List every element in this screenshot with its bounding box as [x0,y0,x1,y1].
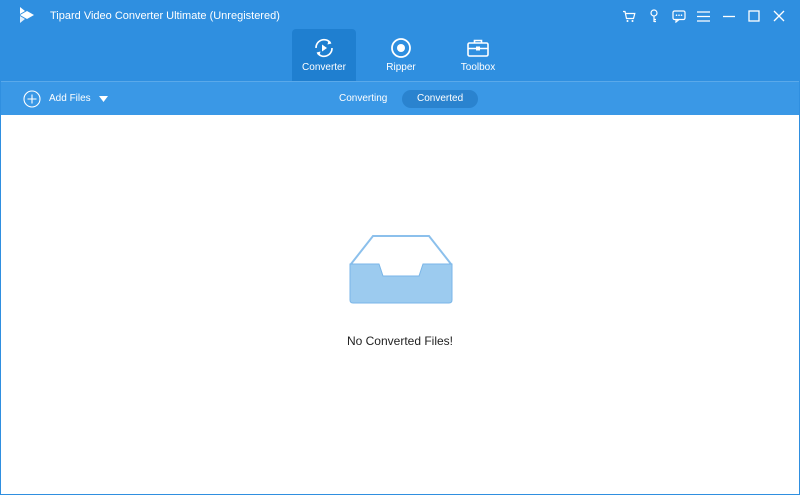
cart-icon[interactable] [616,5,641,27]
subtab-converted[interactable]: Converted [402,90,479,108]
tab-toolbox-label: Toolbox [460,62,496,73]
maximize-icon[interactable] [741,5,766,27]
app-window: Tipard Video Converter Ultimate (Unregis… [0,0,800,495]
add-files-button[interactable]: Add Files [23,90,108,108]
toolbox-icon [466,37,490,59]
title-bar: Tipard Video Converter Ultimate (Unregis… [1,1,799,81]
minimize-icon[interactable] [716,5,741,27]
window-controls [616,5,791,27]
empty-inbox-icon [349,235,453,304]
tab-ripper[interactable]: Ripper [369,29,433,81]
subtab-converting[interactable]: Converting [324,90,402,108]
app-title: Tipard Video Converter Ultimate (Unregis… [50,10,280,22]
converter-icon [312,37,336,59]
chevron-down-icon[interactable] [98,96,108,102]
ripper-icon [389,37,413,59]
empty-state-message: No Converted Files! [346,334,454,348]
close-icon[interactable] [766,5,791,27]
tab-toolbox[interactable]: Toolbox [446,29,510,81]
tab-ripper-label: Ripper [386,62,416,73]
tipard-logo-icon [20,7,34,23]
tab-converter[interactable]: Converter [292,29,356,81]
tab-converter-label: Converter [302,62,346,73]
add-files-label: Add Files [49,93,91,104]
menu-icon[interactable] [691,5,716,27]
chat-icon[interactable] [666,5,691,27]
key-icon[interactable] [641,5,666,27]
plus-circle-icon [23,90,41,108]
toolbar: Add Files Converting Converted [1,81,799,115]
